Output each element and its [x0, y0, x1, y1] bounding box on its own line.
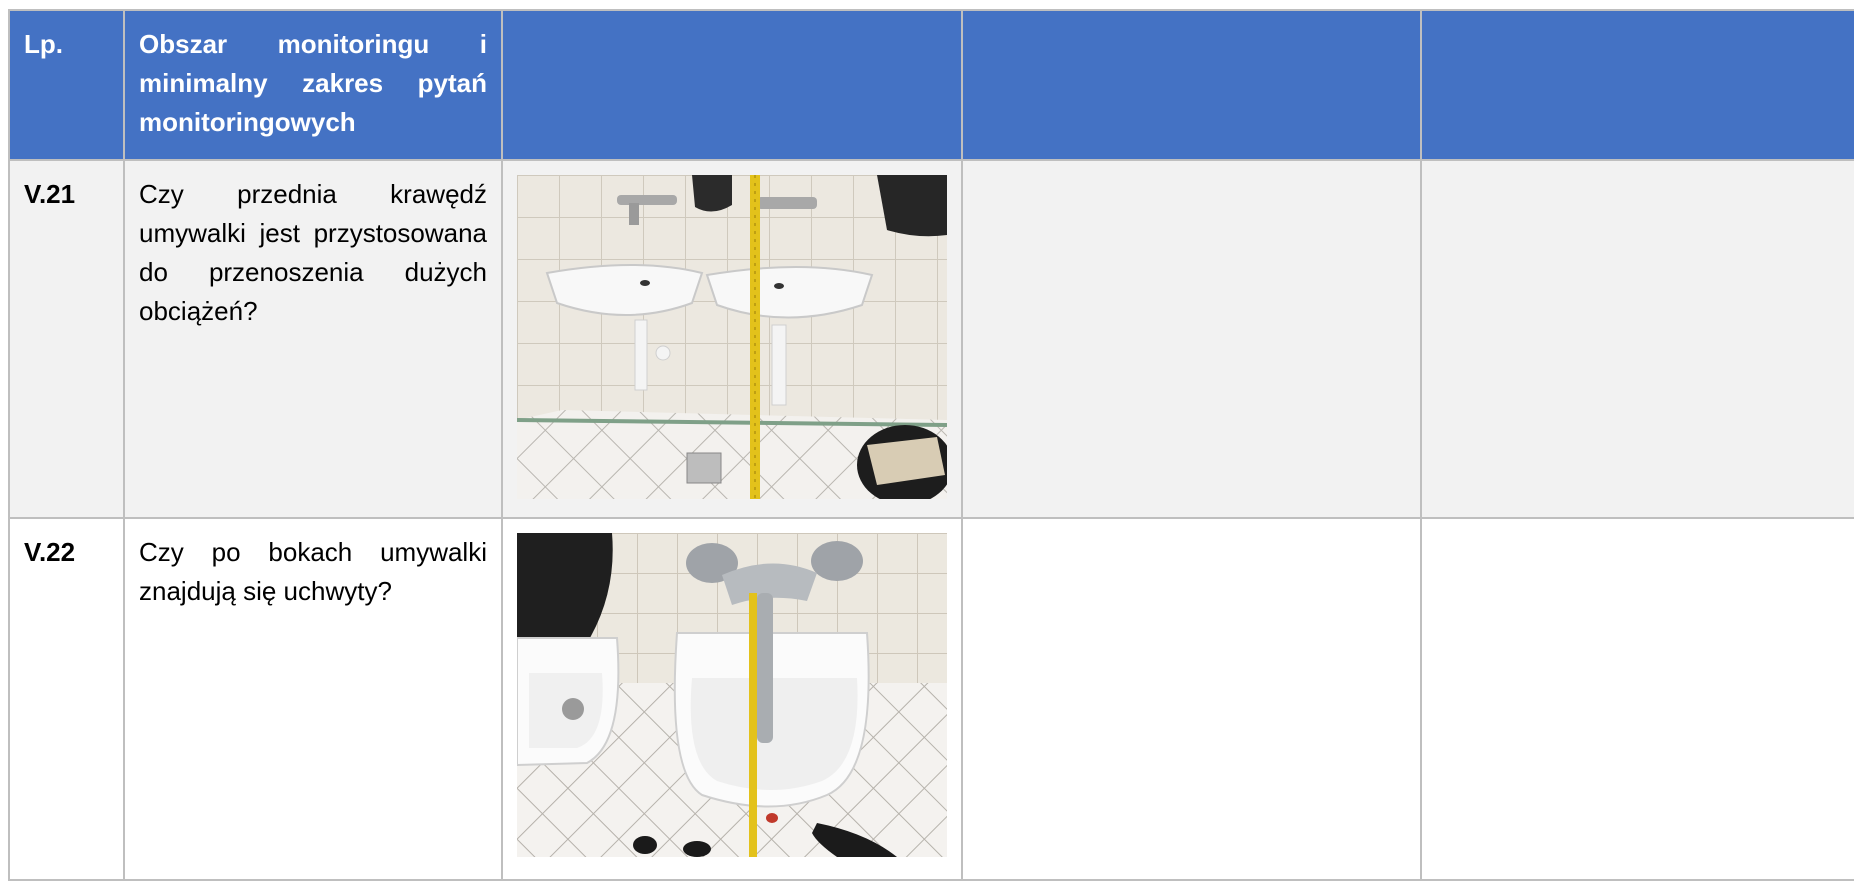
washbasin-photo: [517, 533, 947, 857]
header-col5: [1420, 9, 1854, 161]
table-header-row: Lp. Obszar monitoringu i minimalny zakre…: [8, 9, 1854, 161]
row-question: Czy przednia krawędź umywalki jest przys…: [139, 179, 487, 326]
row-question: Czy po bokach umywalki znajdują się uchw…: [139, 537, 487, 606]
row-question-cell: Czy po bokach umywalki znajdują się uchw…: [123, 517, 503, 881]
row-col4-cell: [961, 159, 1422, 519]
row-col5-cell: [1420, 517, 1854, 881]
header-col4: [961, 9, 1422, 161]
row-lp: V.22: [24, 537, 76, 567]
header-lp: Lp.: [8, 9, 125, 161]
row-photo-cell: [501, 517, 963, 881]
row-lp-cell: V.22: [8, 517, 125, 881]
header-col3: [501, 9, 963, 161]
table-row: V.22 Czy po bokach umywalki znajdują się…: [8, 517, 1854, 881]
row-photo-cell: [501, 159, 963, 519]
row-lp-cell: V.21: [8, 159, 125, 519]
washbasin-photo: [517, 175, 947, 499]
row-question-cell: Czy przednia krawędź umywalki jest przys…: [123, 159, 503, 519]
row-lp: V.21: [24, 179, 76, 209]
monitoring-table: Lp. Obszar monitoringu i minimalny zakre…: [8, 9, 1854, 881]
header-area: Obszar monitoringu i minimalny zakres py…: [123, 9, 503, 161]
table-row: V.21 Czy przednia krawędź umywalki jest …: [8, 159, 1854, 519]
row-col5-cell: [1420, 159, 1854, 519]
row-col4-cell: [961, 517, 1422, 881]
